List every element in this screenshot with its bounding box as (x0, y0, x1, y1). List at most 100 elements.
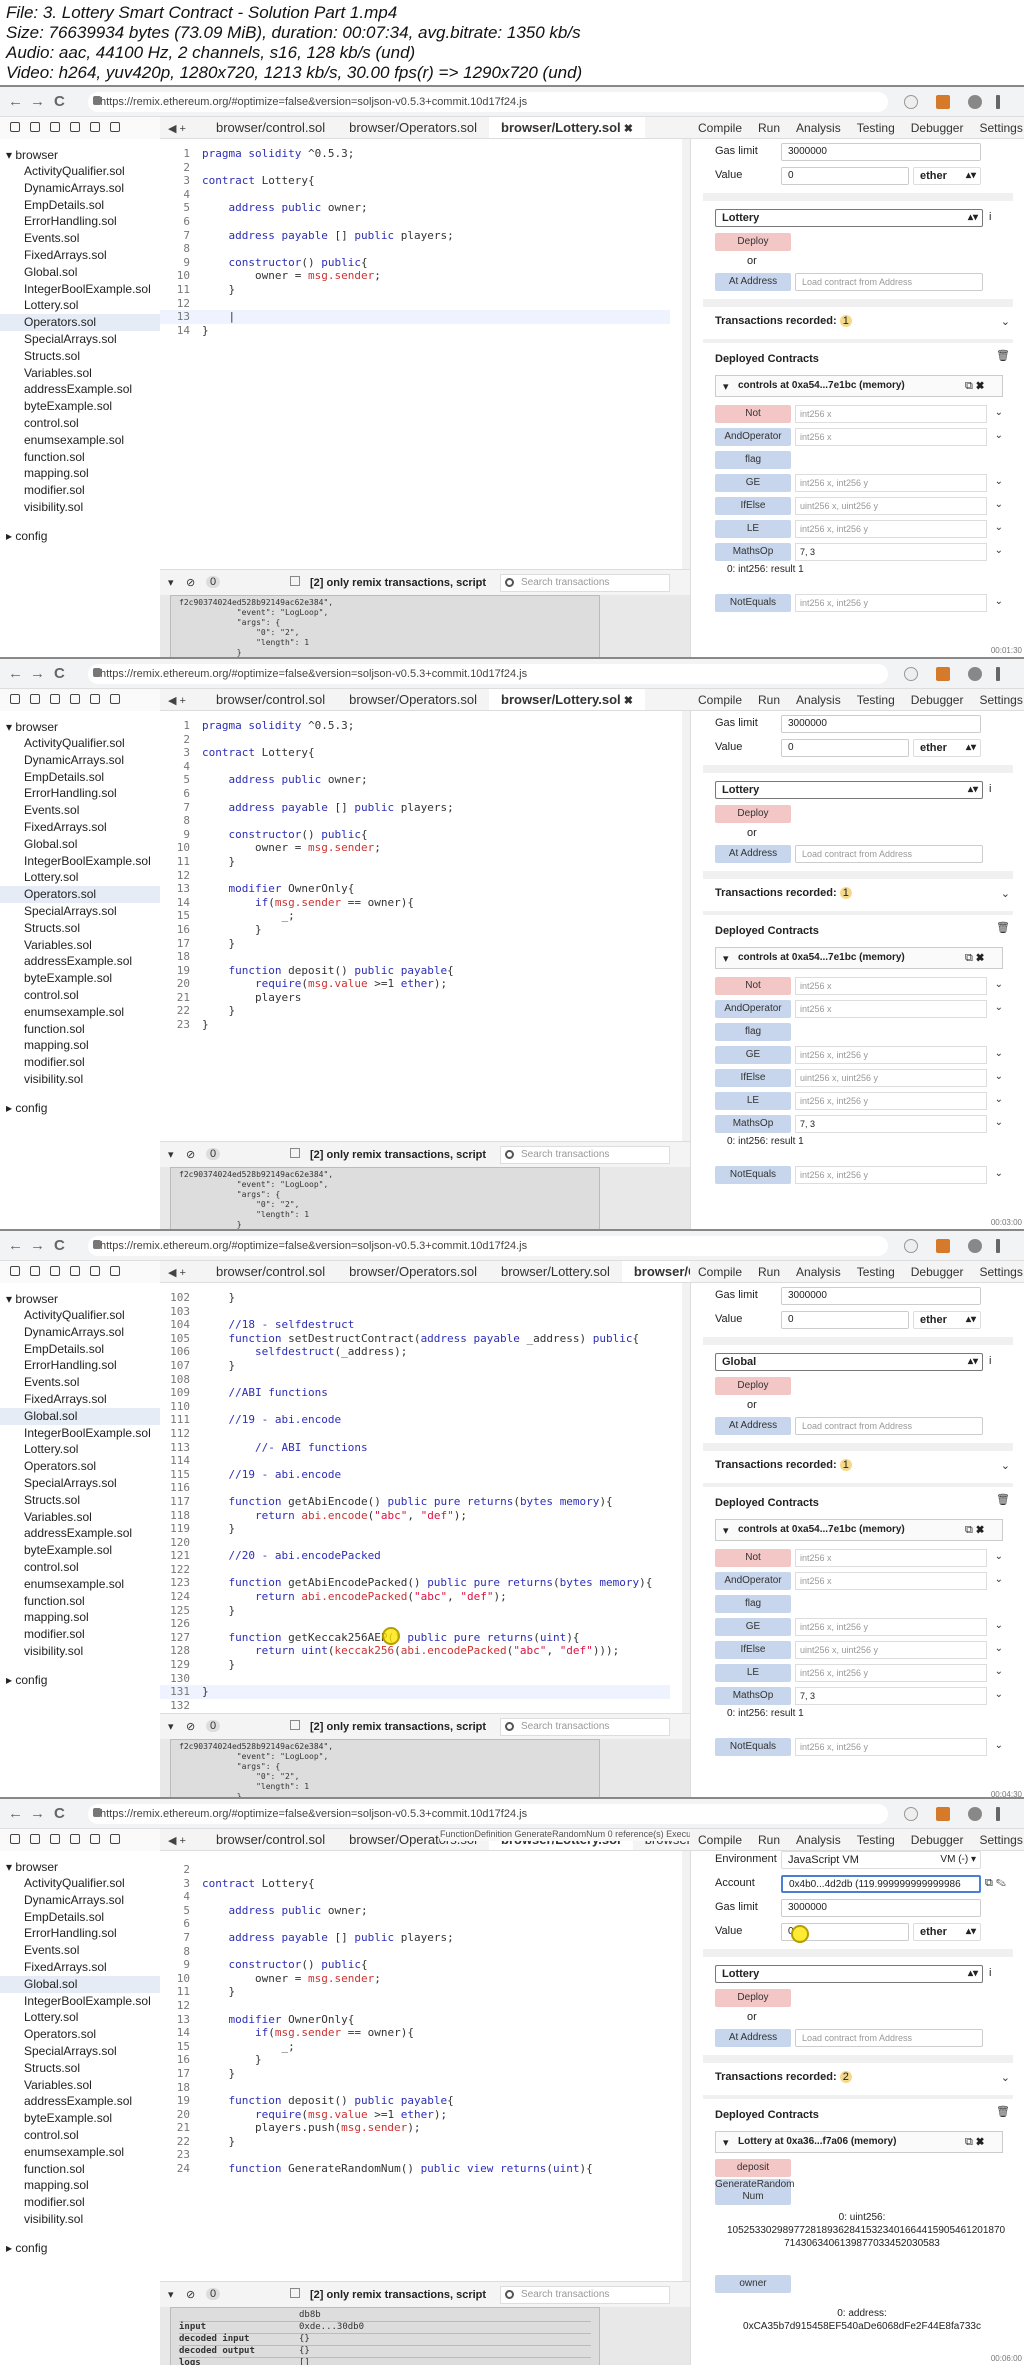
transaction-filter-select[interactable]: [2] only remix transactions, script ▾ (310, 2287, 490, 2317)
file-item[interactable]: byteExample.sol (0, 970, 160, 987)
caret-down-icon[interactable]: ▾ (723, 2136, 729, 2149)
editor-tab[interactable]: browser/control.sol (204, 1829, 337, 1850)
file-item[interactable]: Operators.sol (0, 2026, 160, 2043)
gas-limit-input[interactable]: 3000000 (781, 143, 981, 161)
editor-tab[interactable]: browser/Lottery.sol ✖ (489, 117, 645, 138)
contract-select[interactable]: Lottery ▴▾ (715, 1965, 983, 1983)
function-button[interactable]: MathsOp (715, 1687, 791, 1705)
file-item[interactable]: Structs.sol (0, 1492, 160, 1509)
chevron-down-icon[interactable]: ⌄ (995, 1666, 1003, 1677)
editor-scrollbar[interactable] (682, 139, 690, 569)
file-item[interactable]: function.sol (0, 2161, 160, 2178)
gas-limit-input[interactable]: 3000000 (781, 1287, 981, 1305)
code-editor[interactable]: 1 pragma solidity ^0.5.3; 2 3 contract Lotte… (160, 139, 690, 569)
tab-debugger[interactable]: Debugger (903, 689, 972, 710)
file-item[interactable]: function.sol (0, 1021, 160, 1038)
file-item[interactable]: SpecialArrays.sol (0, 903, 160, 920)
transaction-filter-select[interactable]: [2] only remix transactions, script ▾ (310, 1719, 490, 1749)
forward-arrow-icon[interactable]: → (30, 665, 45, 682)
address-bar[interactable]: https://remix.ethereum.org/#optimize=fal… (88, 1804, 888, 1824)
link-icon[interactable] (110, 122, 120, 132)
chevron-down-icon[interactable]: ⌄ (995, 1689, 1003, 1700)
file-item[interactable]: mapping.sol (0, 1037, 160, 1054)
deployed-contract-header[interactable]: controls at 0xa54...7e1bc (memory) (715, 1519, 1003, 1541)
function-args-input[interactable]: 7, 3 (795, 1115, 987, 1133)
file-item[interactable]: Operators.sol (0, 1458, 160, 1475)
chevron-down-icon[interactable]: ⌄ (1001, 2071, 1010, 2084)
tab-scroll-arrows[interactable]: ◀ + (160, 118, 204, 138)
function-button[interactable]: MathsOp (715, 543, 791, 561)
close-icon[interactable]: ✖ (624, 123, 633, 135)
chevron-down-icon[interactable]: ⌄ (995, 407, 1003, 418)
close-icon[interactable]: ✖ (624, 695, 633, 707)
menu-icon[interactable] (996, 667, 1000, 681)
function-button[interactable]: LE (715, 520, 791, 538)
chevron-down-icon[interactable]: ⌄ (1001, 315, 1010, 328)
value-input[interactable]: 0 (781, 167, 909, 185)
address-bar[interactable]: https://remix.ethereum.org/#optimize=fal… (88, 664, 888, 684)
file-item[interactable]: byteExample.sol (0, 2110, 160, 2127)
function-args-input[interactable]: uint256 x, uint256 y (795, 1069, 987, 1087)
search-transactions-input[interactable]: Search transactions (500, 574, 670, 592)
chevron-down-icon[interactable]: ⌄ (1001, 887, 1010, 900)
copy-icon[interactable]: ⧉ ✖ (965, 2136, 984, 2149)
not-equals-button[interactable]: NotEquals (715, 594, 791, 612)
star-icon[interactable] (904, 1239, 918, 1253)
tab-scroll-arrows[interactable]: ◀ + (160, 690, 204, 710)
function-args-input[interactable]: int256 x, int256 y (795, 594, 987, 612)
function-args-input[interactable]: int256 x, int256 y (795, 520, 987, 538)
owner-button[interactable]: owner (715, 2275, 791, 2293)
function-button[interactable]: flag (715, 1023, 791, 1041)
deployed-contract-header[interactable]: controls at 0xa54...7e1bc (memory) (715, 375, 1003, 397)
chevron-down-icon[interactable]: ⌄ (995, 1643, 1003, 1654)
collapse-terminal-icon[interactable]: ▾ (168, 1148, 174, 1161)
editor-tab[interactable]: browser/control.sol (204, 1261, 337, 1282)
file-item[interactable]: IntegerBoolExample.sol (0, 1425, 160, 1442)
file-item[interactable]: Global.sol (0, 836, 160, 853)
github-icon[interactable] (50, 122, 60, 132)
chevron-down-icon[interactable]: ⌄ (995, 1117, 1003, 1128)
info-icon[interactable]: i (989, 211, 991, 223)
file-item[interactable]: ActivityQualifier.sol (0, 1307, 160, 1324)
link-icon[interactable] (110, 1266, 120, 1276)
github-icon[interactable] (50, 1266, 60, 1276)
clear-terminal-icon[interactable]: ⊘ (186, 1148, 195, 1161)
file-item[interactable]: FixedArrays.sol (0, 819, 160, 836)
editor-scrollbar[interactable] (682, 711, 690, 1141)
function-button[interactable]: LE (715, 1092, 791, 1110)
file-item[interactable]: modifier.sol (0, 1054, 160, 1071)
function-button[interactable]: AndOperator (715, 428, 791, 446)
copy-icon[interactable]: ⧉ ✖ (965, 952, 984, 965)
forward-arrow-icon[interactable]: → (30, 93, 45, 110)
file-item[interactable]: EmpDetails.sol (0, 769, 160, 786)
search-transactions-input[interactable]: Search transactions (500, 1146, 670, 1164)
back-arrow-icon[interactable]: ← (8, 665, 23, 682)
extension-icon[interactable] (936, 667, 950, 681)
deploy-button[interactable]: Deploy (715, 1377, 791, 1395)
at-address-button[interactable]: At Address (715, 1417, 791, 1435)
transactions-recorded-label[interactable]: Transactions recorded: 2 (715, 2071, 852, 2083)
extension-icon[interactable] (936, 1239, 950, 1253)
function-button[interactable]: GE (715, 1618, 791, 1636)
function-args-input[interactable]: int256 x (795, 1000, 987, 1018)
tab-run[interactable]: Run (750, 1261, 788, 1282)
file-item[interactable]: DynamicArrays.sol (0, 1892, 160, 1909)
caret-down-icon[interactable]: ▾ (723, 380, 729, 393)
file-item[interactable]: EmpDetails.sol (0, 1341, 160, 1358)
file-item[interactable]: EmpDetails.sol (0, 1909, 160, 1926)
function-args-input[interactable]: 7, 3 (795, 1687, 987, 1705)
function-button[interactable]: GE (715, 474, 791, 492)
profile-icon[interactable] (968, 95, 982, 109)
tab-run[interactable]: Run (750, 689, 788, 710)
clear-terminal-icon[interactable]: ⊘ (186, 2288, 195, 2301)
function-args-input[interactable]: int256 x (795, 977, 987, 995)
file-item[interactable]: FixedArrays.sol (0, 247, 160, 264)
function-button[interactable]: flag (715, 451, 791, 469)
file-item[interactable]: ErrorHandling.sol (0, 785, 160, 802)
file-item[interactable]: Structs.sol (0, 920, 160, 937)
value-input[interactable]: 0 (781, 739, 909, 757)
gist-icon[interactable] (70, 1266, 80, 1276)
reload-icon[interactable]: C (54, 1237, 65, 1254)
load-contract-input[interactable]: Load contract from Address (795, 2029, 983, 2047)
function-args-input[interactable]: int256 x (795, 1549, 987, 1567)
